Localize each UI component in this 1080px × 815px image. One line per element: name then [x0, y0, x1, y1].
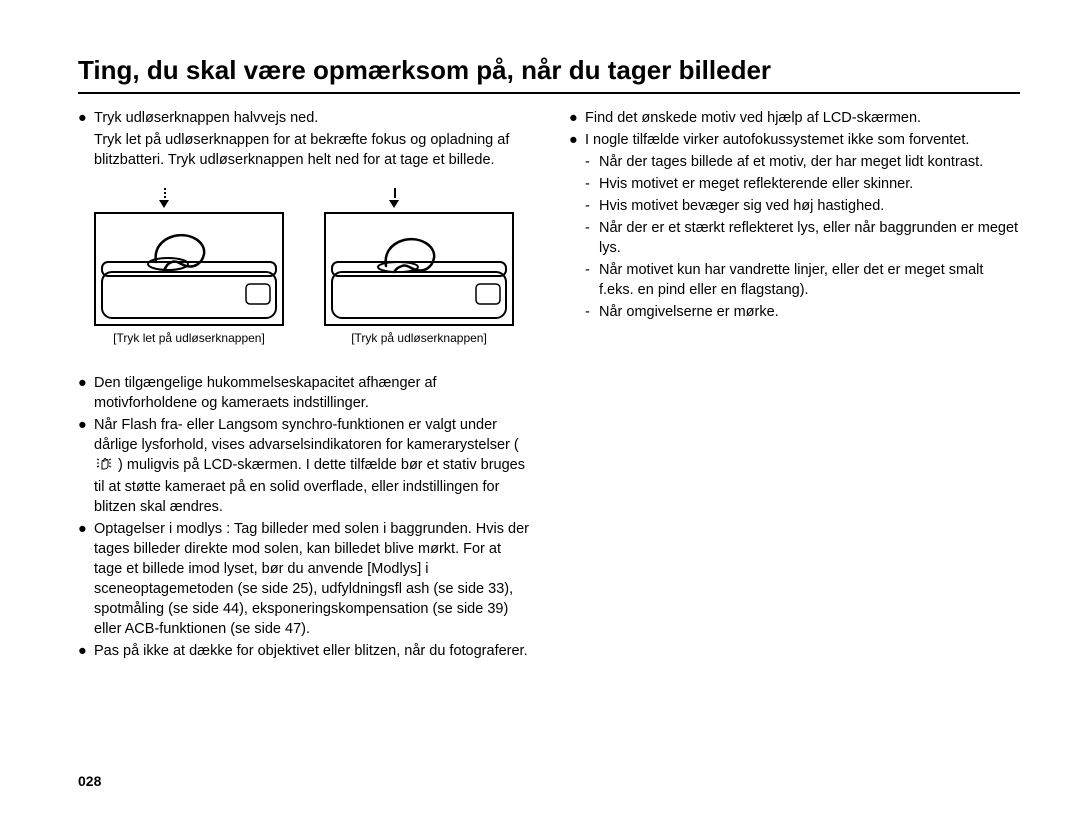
- bullet-dot-icon: ●: [569, 130, 579, 150]
- sub-text: Hvis motivet bevæger sig ved høj hastigh…: [599, 196, 884, 216]
- right-column: ● Find det ønskede motiv ved hjælp af LC…: [569, 108, 1020, 663]
- title-rule: [78, 92, 1020, 94]
- bullet-lens-cover: ● Pas på ikke at dække for objektivet el…: [78, 641, 529, 661]
- bullet-text: Pas på ikke at dække for objektivet elle…: [94, 641, 528, 661]
- figure-light-press: [Tryk let på udløserknappen]: [94, 188, 284, 347]
- bullet-autofocus: ● I nogle tilfælde virker autofokussyste…: [569, 130, 1020, 150]
- dash-icon: -: [585, 196, 593, 216]
- bullet-text: I nogle tilfælde virker autofokussysteme…: [585, 130, 969, 150]
- sub-text: Hvis motivet er meget reflekterende elle…: [599, 174, 913, 194]
- bullet-dot-icon: ●: [569, 108, 579, 128]
- content-columns: ● Tryk udløserknappen halvvejs ned. Tryk…: [78, 108, 1020, 663]
- figure-caption-1: [Tryk let på udløserknappen]: [113, 330, 265, 347]
- shutter-halfway-continuation: Tryk let på udløserknappen for at bekræf…: [94, 130, 529, 170]
- bullet-dot-icon: ●: [78, 641, 88, 661]
- dash-icon: -: [585, 174, 593, 194]
- bullet-dot-icon: ●: [78, 108, 88, 128]
- af-horizontal: - Når motivet kun har vandrette linjer, …: [585, 260, 1020, 300]
- camera-illustration-2: [324, 212, 514, 326]
- backlight-body: Optagelser i modlys : Tag billeder med s…: [94, 519, 529, 639]
- bullet-text: Når Flash fra- eller Langsom synchro-fun…: [94, 415, 529, 517]
- dash-icon: -: [585, 218, 593, 258]
- bullet-memory: ● Den tilgængelige hukommelseskapacitet …: [78, 373, 529, 413]
- bullet-dot-icon: ●: [78, 415, 88, 517]
- bullet-text: Den tilgængelige hukommelseskapacitet af…: [94, 373, 529, 413]
- backlight-text: Tag billeder med solen i baggrunden. Hvi…: [94, 521, 529, 637]
- dash-icon: -: [585, 152, 593, 172]
- af-dark: - Når omgivelserne er mørke.: [585, 302, 1020, 322]
- bullet-camera-shake: ● Når Flash fra- eller Langsom synchro-f…: [78, 415, 529, 517]
- af-contrast: - Når der tages billede af et motiv, der…: [585, 152, 1020, 172]
- bullet-shutter-halfway: ● Tryk udløserknappen halvvejs ned.: [78, 108, 529, 128]
- arrow-down-solid-icon: [388, 188, 399, 208]
- af-reflective: - Hvis motivet er meget reflekterende el…: [585, 174, 1020, 194]
- arrow-down-dotted-icon: [158, 188, 169, 208]
- figure-row: [Tryk let på udløserknappen] [Tryk på ud…: [94, 188, 529, 347]
- page-number: 028: [78, 773, 101, 789]
- backlight-lead: Optagelser i modlys :: [94, 521, 230, 537]
- camera-shake-icon: [96, 455, 112, 477]
- bullet-backlight: ● Optagelser i modlys : Tag billeder med…: [78, 519, 529, 639]
- shake-text-a: Når Flash fra- eller Langsom synchro-fun…: [94, 417, 519, 453]
- sub-text: Når motivet kun har vandrette linjer, el…: [599, 260, 1020, 300]
- sub-text: Når der er et stærkt reflekteret lys, el…: [599, 218, 1020, 258]
- manual-page: Ting, du skal være opmærksom på, når du …: [0, 0, 1080, 815]
- bullet-dot-icon: ●: [78, 519, 88, 639]
- bullet-dot-icon: ●: [78, 373, 88, 413]
- page-title: Ting, du skal være opmærksom på, når du …: [78, 55, 1020, 86]
- bullet-text: Tryk udløserknappen halvvejs ned.: [94, 108, 318, 128]
- af-bright-bg: - Når der er et stærkt reflekteret lys, …: [585, 218, 1020, 258]
- bullet-text: Find det ønskede motiv ved hjælp af LCD-…: [585, 108, 921, 128]
- dash-icon: -: [585, 260, 593, 300]
- sub-text: Når der tages billede af et motiv, der h…: [599, 152, 983, 172]
- camera-illustration-1: [94, 212, 284, 326]
- figure-caption-2: [Tryk på udløserknappen]: [351, 330, 487, 347]
- left-column: ● Tryk udløserknappen halvvejs ned. Tryk…: [78, 108, 529, 663]
- figure-full-press: [Tryk på udløserknappen]: [324, 188, 514, 347]
- sub-text: Når omgivelserne er mørke.: [599, 302, 779, 322]
- shake-text-b: ) muligvis på LCD-skærmen. I dette tilfæ…: [94, 457, 525, 515]
- bullet-lcd-subject: ● Find det ønskede motiv ved hjælp af LC…: [569, 108, 1020, 128]
- af-moving: - Hvis motivet bevæger sig ved høj hasti…: [585, 196, 1020, 216]
- dash-icon: -: [585, 302, 593, 322]
